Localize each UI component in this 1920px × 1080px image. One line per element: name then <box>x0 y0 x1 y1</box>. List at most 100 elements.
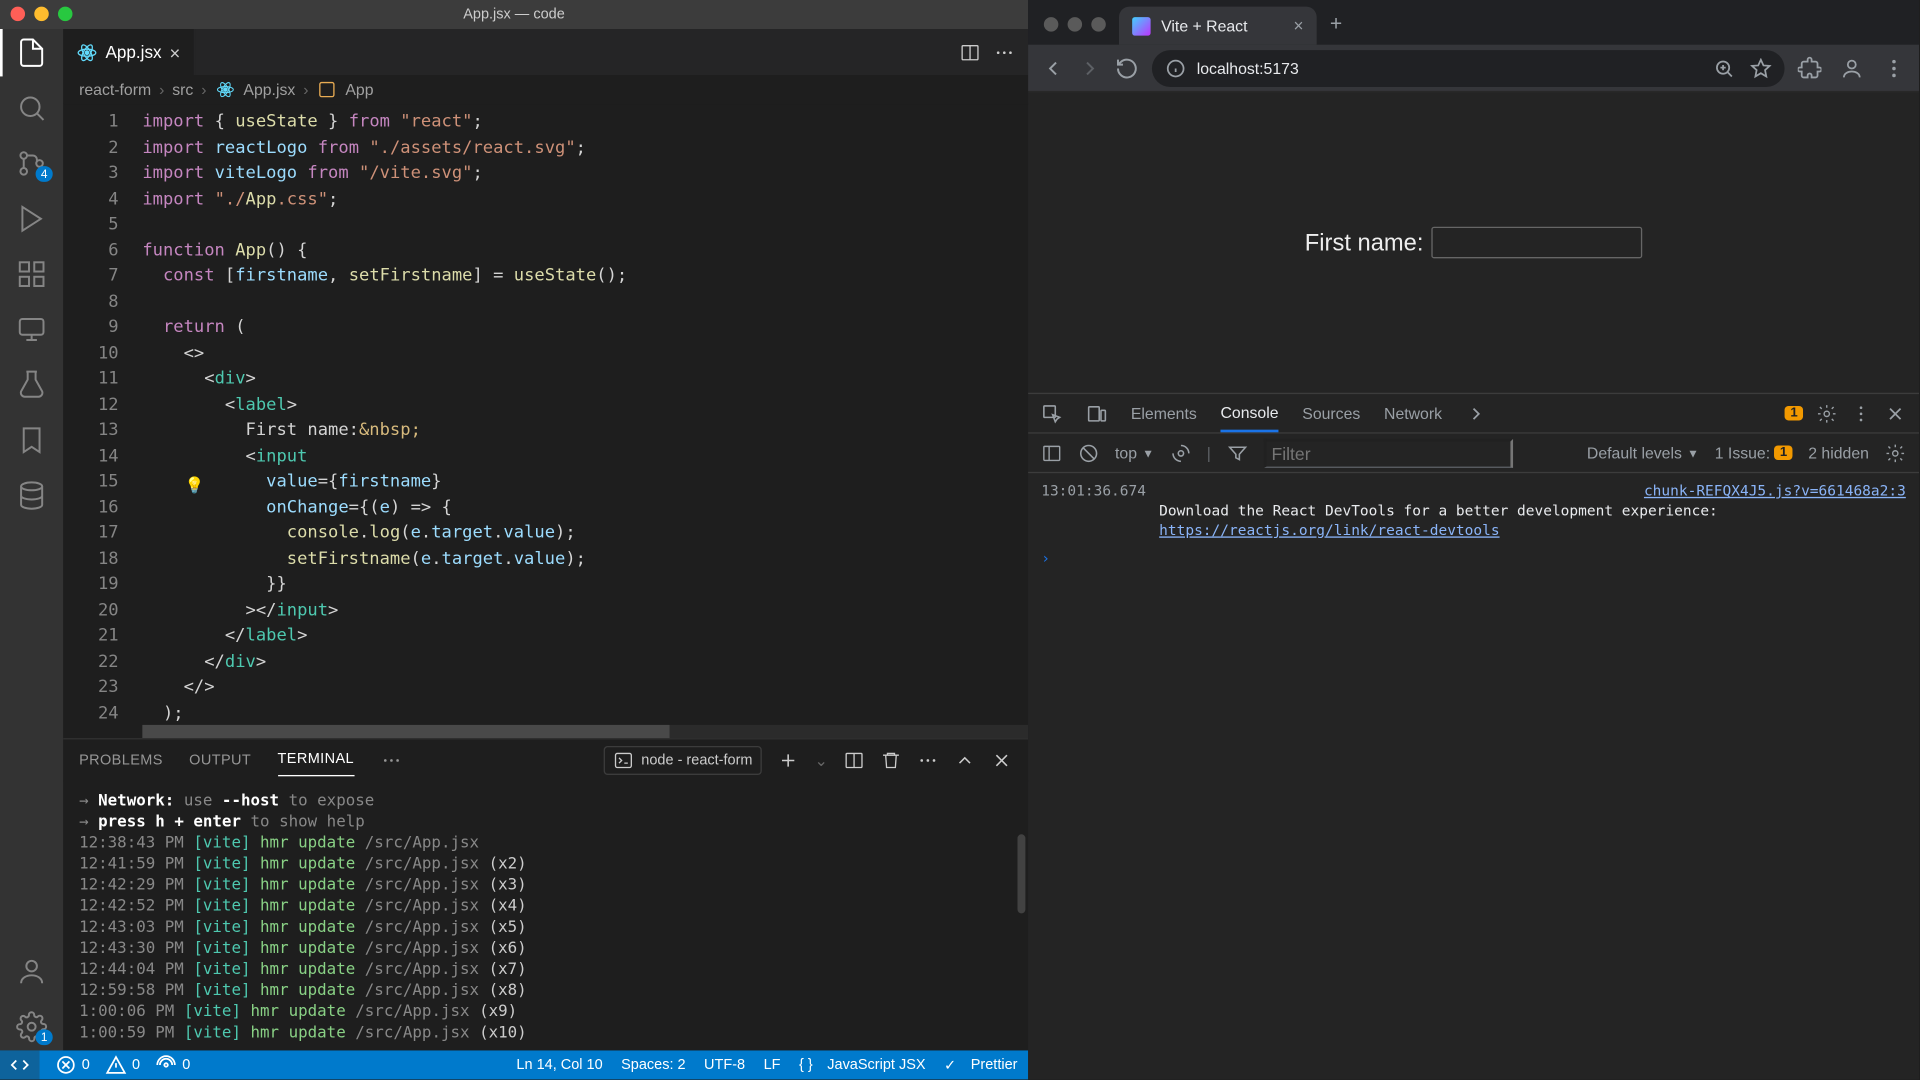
kill-terminal-icon[interactable] <box>880 749 901 770</box>
status-bar: 0 0 0 Ln 14, Col 10 Spaces: 2 UTF-8 LF {… <box>0 1050 1028 1079</box>
close-tab-icon[interactable]: × <box>1293 16 1303 36</box>
console-settings-icon[interactable] <box>1885 442 1906 463</box>
status-eol[interactable]: LF <box>764 1056 781 1073</box>
close-panel-icon[interactable] <box>991 749 1012 770</box>
log-source-link[interactable]: chunk-REFQX4J5.js?v=661468a2:3 <box>1644 482 1906 499</box>
bookmark-icon[interactable] <box>16 424 48 456</box>
console-sidebar-icon[interactable] <box>1041 442 1062 463</box>
status-warnings[interactable]: 0 <box>106 1054 140 1075</box>
activity-bar: 4 1 <box>0 29 63 1050</box>
back-icon[interactable] <box>1041 56 1065 80</box>
tab-output[interactable]: OUTPUT <box>189 744 251 776</box>
line-gutter: 123456789101112131415161718192021222324 <box>63 109 142 726</box>
first-name-input[interactable] <box>1431 227 1642 259</box>
maximize-panel-icon[interactable] <box>954 749 975 770</box>
settings-gear-icon[interactable]: 1 <box>16 1011 48 1043</box>
tab-problems[interactable]: PROBLEMS <box>79 744 163 776</box>
tab-network[interactable]: Network <box>1384 396 1442 430</box>
first-name-label: First name: <box>1305 229 1424 257</box>
close-window-icon[interactable] <box>1044 17 1058 31</box>
status-indent[interactable]: Spaces: 2 <box>621 1056 685 1073</box>
more-actions-icon[interactable] <box>994 42 1015 63</box>
bookmark-star-icon[interactable] <box>1750 57 1771 78</box>
remote-indicator[interactable] <box>0 1050 40 1079</box>
terminal-process-label: node - react-form <box>641 752 752 768</box>
menu-dots-icon[interactable] <box>1882 56 1906 80</box>
extensions-puzzle-icon[interactable] <box>1798 56 1822 80</box>
tab-console[interactable]: Console <box>1221 395 1279 432</box>
status-cursor[interactable]: Ln 14, Col 10 <box>516 1056 602 1073</box>
breadcrumb-item[interactable]: react-form <box>79 80 151 98</box>
site-info-icon[interactable] <box>1165 57 1186 78</box>
browser-window-controls[interactable] <box>1039 4 1119 45</box>
split-editor-icon[interactable] <box>960 42 981 63</box>
devtools-settings-icon[interactable] <box>1816 403 1837 424</box>
tab-label: App.jsx <box>105 42 161 62</box>
breadcrumb-item[interactable]: src <box>172 80 193 98</box>
log-levels-selector[interactable]: Default levels ▼ <box>1587 444 1699 462</box>
remote-explorer-icon[interactable] <box>16 314 48 346</box>
status-ports[interactable]: 0 <box>156 1054 190 1075</box>
terminal-process[interactable]: node - react-form <box>603 745 762 774</box>
live-expression-icon[interactable] <box>1170 442 1191 463</box>
chevron-down-icon[interactable] <box>1887 24 1919 45</box>
status-errors[interactable]: 0 <box>55 1054 89 1075</box>
extensions-icon[interactable] <box>16 258 48 290</box>
lightbulb-icon[interactable]: 💡 <box>185 473 205 499</box>
new-terminal-icon[interactable] <box>778 749 799 770</box>
status-language[interactable]: { } JavaScript JSX <box>799 1056 926 1073</box>
console-prompt[interactable]: › <box>1041 548 1906 568</box>
device-toggle-icon[interactable] <box>1086 403 1107 424</box>
minimize-window-icon[interactable] <box>1068 17 1082 31</box>
browser-tab[interactable]: Vite + React × <box>1119 7 1317 45</box>
log-link[interactable]: https://reactjs.org/link/react-devtools <box>1159 522 1499 539</box>
explorer-icon[interactable] <box>16 37 48 69</box>
accounts-icon[interactable] <box>16 956 48 988</box>
zoom-window-icon[interactable] <box>1091 17 1105 31</box>
reload-icon[interactable] <box>1115 56 1139 80</box>
terminal-content[interactable]: → Network: use --host to expose → press … <box>63 782 1028 1051</box>
search-icon[interactable] <box>16 92 48 124</box>
zoom-window-icon[interactable] <box>58 7 72 21</box>
more-tabs-icon[interactable] <box>1466 403 1487 424</box>
more-terminal-actions-icon[interactable] <box>917 749 938 770</box>
tab-sources[interactable]: Sources <box>1302 396 1360 430</box>
breadcrumb-item[interactable]: App <box>345 80 373 98</box>
status-encoding[interactable]: UTF-8 <box>704 1056 745 1073</box>
close-window-icon[interactable] <box>11 7 25 21</box>
close-tab-icon[interactable]: × <box>170 42 181 63</box>
minimize-window-icon[interactable] <box>34 7 48 21</box>
clear-console-icon[interactable] <box>1078 442 1099 463</box>
status-prettier[interactable]: ✓ Prettier <box>944 1056 1017 1073</box>
source-control-icon[interactable]: 4 <box>16 148 48 180</box>
console-filter-input[interactable] <box>1264 438 1513 467</box>
new-tab-icon[interactable]: + <box>1317 5 1356 45</box>
database-icon[interactable] <box>16 480 48 512</box>
hidden-messages[interactable]: 2 hidden <box>1808 444 1869 462</box>
tab-terminal[interactable]: TERMINAL <box>278 743 354 776</box>
console-output[interactable]: 13:01:36.674 chunk-REFQX4J5.js?v=661468a… <box>1028 473 1919 1079</box>
split-terminal-icon[interactable] <box>844 749 865 770</box>
breadcrumb[interactable]: react-form› src› App.jsx› App <box>63 75 1028 104</box>
code-lines[interactable]: import { useState } from "react";import … <box>142 109 1028 726</box>
code-editor[interactable]: 💡 12345678910111213141516171819202122232… <box>63 104 1028 738</box>
devtools-menu-icon[interactable] <box>1850 403 1871 424</box>
address-bar[interactable]: localhost:5173 <box>1152 49 1785 86</box>
zoom-icon[interactable] <box>1713 57 1734 78</box>
inspect-element-icon[interactable] <box>1041 403 1062 424</box>
devtools-close-icon[interactable] <box>1885 403 1906 424</box>
profile-icon[interactable] <box>1840 56 1864 80</box>
testing-icon[interactable] <box>16 369 48 401</box>
more-panels-icon[interactable] <box>380 749 401 770</box>
run-debug-icon[interactable] <box>16 203 48 235</box>
tab-app-jsx[interactable]: App.jsx × <box>63 29 195 75</box>
tab-elements[interactable]: Elements <box>1131 396 1197 430</box>
issues-indicator[interactable]: 1 <box>1785 406 1803 420</box>
breadcrumb-item[interactable]: App.jsx <box>243 80 295 98</box>
context-selector[interactable]: top ▼ <box>1115 444 1154 462</box>
forward-icon[interactable] <box>1078 56 1102 80</box>
terminal-scrollbar[interactable] <box>1017 795 1025 1051</box>
issues-link[interactable]: 1 Issue: 1 <box>1715 444 1793 462</box>
window-controls[interactable] <box>11 7 73 21</box>
editor-scrollbar-h[interactable] <box>142 725 1028 738</box>
